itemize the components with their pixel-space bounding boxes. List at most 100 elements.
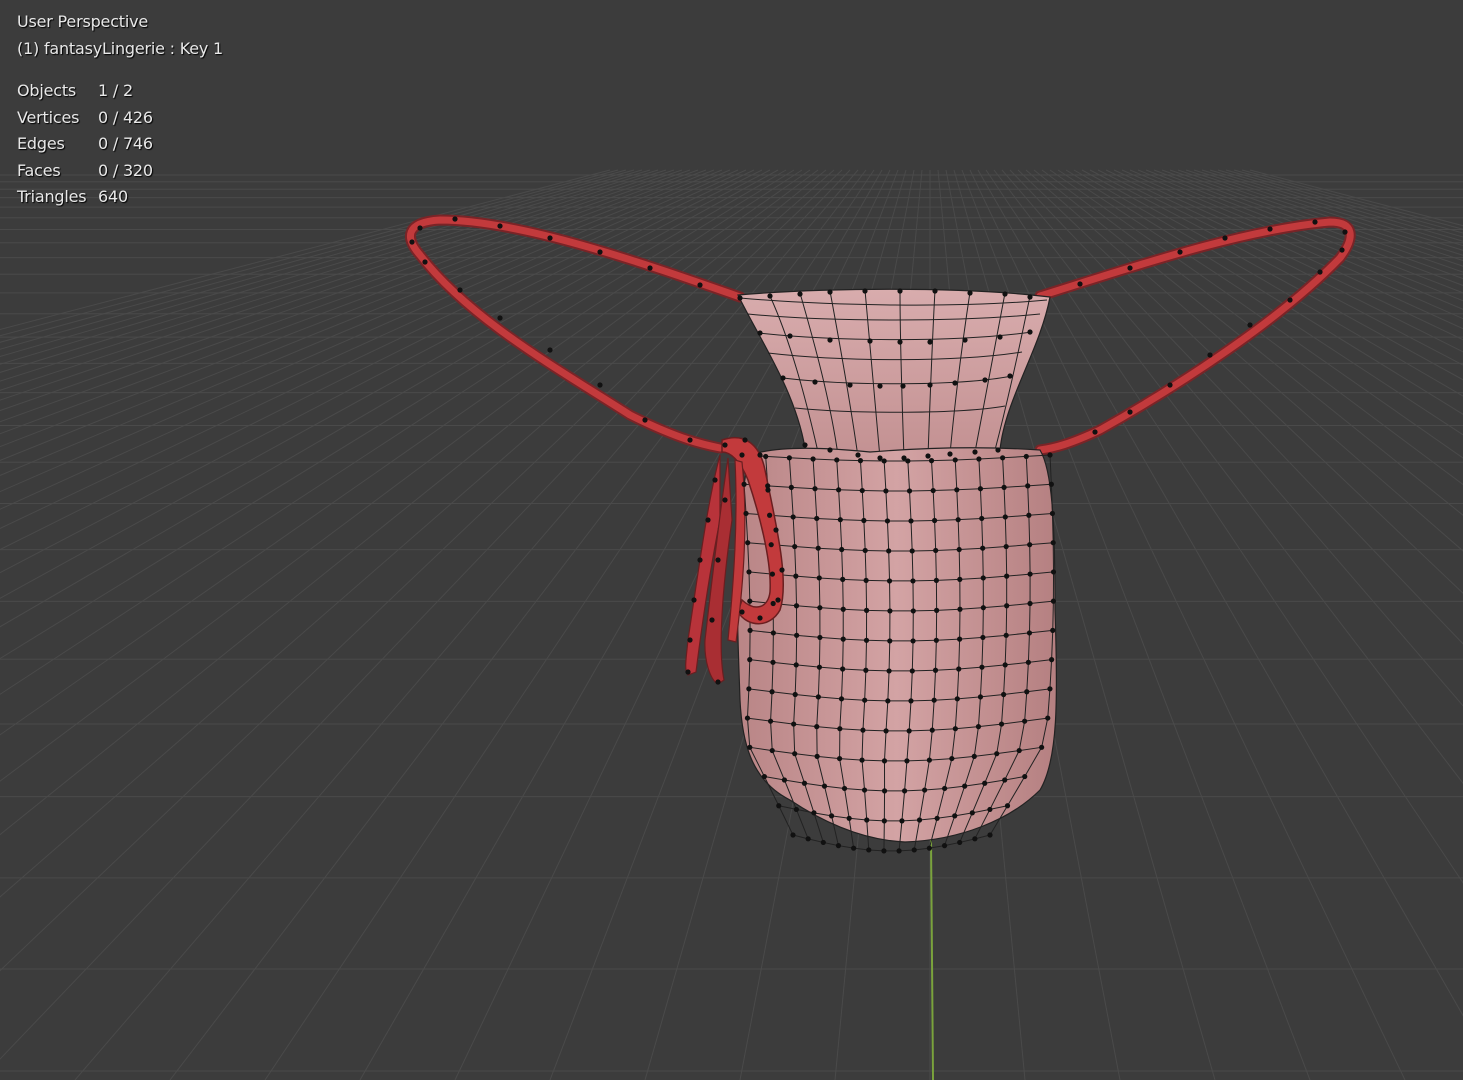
vertex-dot bbox=[757, 452, 763, 458]
vertex-dot bbox=[1027, 329, 1033, 335]
vertex-dot bbox=[805, 836, 811, 842]
y-axis-line bbox=[930, 839, 934, 1080]
stat-row-vertices: Vertices 0 / 426 bbox=[17, 105, 223, 132]
vertex-dot bbox=[685, 669, 691, 675]
vertex-dot bbox=[908, 698, 914, 704]
vertex-dot bbox=[837, 517, 843, 523]
3d-viewport[interactable]: User Perspective (1) fantasyLingerie : K… bbox=[0, 0, 1463, 1080]
vertex-dot bbox=[687, 637, 693, 643]
vertex-dot bbox=[957, 839, 963, 846]
vertex-dot bbox=[982, 377, 988, 383]
vertex-dot bbox=[942, 785, 948, 792]
vertex-dot bbox=[687, 437, 693, 443]
vertex-dot bbox=[838, 696, 845, 702]
vertex-dot bbox=[910, 608, 916, 614]
vertex-dot bbox=[1003, 543, 1009, 550]
vertex-dot bbox=[1025, 659, 1031, 665]
vertex-dot bbox=[886, 668, 892, 674]
vertex-dot bbox=[987, 806, 993, 813]
vertex-dot bbox=[859, 757, 865, 763]
vertex-dot bbox=[757, 615, 763, 621]
vertex-dot bbox=[881, 848, 887, 854]
vertex-dot bbox=[934, 815, 940, 821]
vertex-dot bbox=[863, 637, 870, 643]
vertex-dot bbox=[957, 636, 963, 642]
stat-value: 0 / 746 bbox=[98, 134, 153, 153]
vertex-dot bbox=[877, 455, 883, 461]
vertex-dot bbox=[866, 847, 872, 853]
vertex-dot bbox=[976, 456, 982, 462]
vertex-dot bbox=[947, 451, 953, 457]
vertex-dot bbox=[737, 295, 743, 301]
vertex-dot bbox=[867, 338, 873, 344]
vertex-dot bbox=[712, 477, 718, 483]
vertex-dot bbox=[956, 666, 962, 672]
vertex-dot bbox=[1312, 219, 1318, 225]
vertex-dot bbox=[952, 813, 958, 819]
vertex-dot bbox=[1287, 297, 1293, 303]
vertex-dot bbox=[1027, 294, 1033, 300]
vertex-dot bbox=[816, 664, 823, 670]
waistband-mesh bbox=[737, 288, 1051, 459]
vertex-dot bbox=[769, 571, 776, 577]
vertex-dot bbox=[899, 818, 905, 824]
vertex-dot bbox=[906, 728, 912, 734]
vertex-dot bbox=[987, 832, 993, 838]
vertex-dot bbox=[790, 514, 796, 520]
vertex-dot bbox=[1247, 322, 1253, 328]
vertex-dot bbox=[811, 810, 817, 816]
vertex-dot bbox=[1002, 291, 1008, 297]
vertex-dot bbox=[862, 547, 868, 554]
vertex-dot bbox=[1039, 744, 1045, 750]
vertex-dot bbox=[977, 486, 984, 492]
vertex-dot bbox=[1026, 512, 1032, 518]
vertex-dot bbox=[810, 456, 816, 462]
vertex-dot bbox=[840, 666, 846, 672]
active-object-label: (1) fantasyLingerie : Key 1 bbox=[17, 38, 224, 58]
vertex-dot bbox=[840, 606, 846, 612]
vertex-dot bbox=[747, 657, 753, 663]
vertex-dot bbox=[767, 293, 773, 299]
vertex-dot bbox=[955, 517, 961, 523]
vertex-dot bbox=[934, 607, 940, 613]
vertex-dot bbox=[881, 758, 888, 764]
vertex-dot bbox=[769, 747, 775, 754]
vertex-dot bbox=[745, 540, 751, 546]
vertex-dot bbox=[817, 605, 823, 611]
vertex-dot bbox=[1050, 627, 1056, 633]
stat-row-edges: Edges 0 / 746 bbox=[17, 131, 223, 158]
vertex-dot bbox=[982, 780, 988, 786]
vertex-dot bbox=[925, 453, 931, 459]
vertex-dot bbox=[956, 546, 962, 553]
vertex-dot bbox=[816, 575, 822, 581]
vertex-dot bbox=[741, 481, 747, 487]
vertex-dot bbox=[827, 289, 833, 295]
vertex-dot bbox=[497, 223, 503, 229]
vertex-dot bbox=[1317, 269, 1323, 275]
vertex-dot bbox=[847, 382, 853, 388]
vertex-dot bbox=[971, 753, 977, 759]
vertex-dot bbox=[547, 235, 553, 241]
vertex-dot bbox=[836, 755, 843, 762]
stat-value: 0 / 320 bbox=[98, 160, 153, 180]
vertex-dot bbox=[900, 383, 906, 389]
stat-value: 1 / 2 bbox=[98, 81, 133, 100]
vertex-dot bbox=[998, 721, 1005, 727]
vertex-dot bbox=[864, 817, 870, 823]
vertex-dot bbox=[642, 417, 648, 423]
vertex-dot bbox=[929, 727, 935, 733]
vertex-dot bbox=[739, 452, 745, 458]
vertex-dot bbox=[863, 667, 869, 673]
vertex-dot bbox=[781, 777, 788, 783]
vertex-dot bbox=[995, 447, 1001, 453]
vertex-dot bbox=[775, 597, 781, 603]
vertex-dot bbox=[828, 813, 835, 819]
vertex-dot bbox=[1167, 382, 1173, 388]
vertex-dot bbox=[837, 726, 843, 732]
vertex-dot bbox=[980, 545, 986, 551]
vertex-dot bbox=[841, 785, 848, 792]
vertex-dot bbox=[709, 617, 715, 623]
vertex-dot bbox=[786, 455, 792, 461]
vertex-dot bbox=[792, 691, 798, 698]
vertex-dot bbox=[922, 787, 928, 793]
